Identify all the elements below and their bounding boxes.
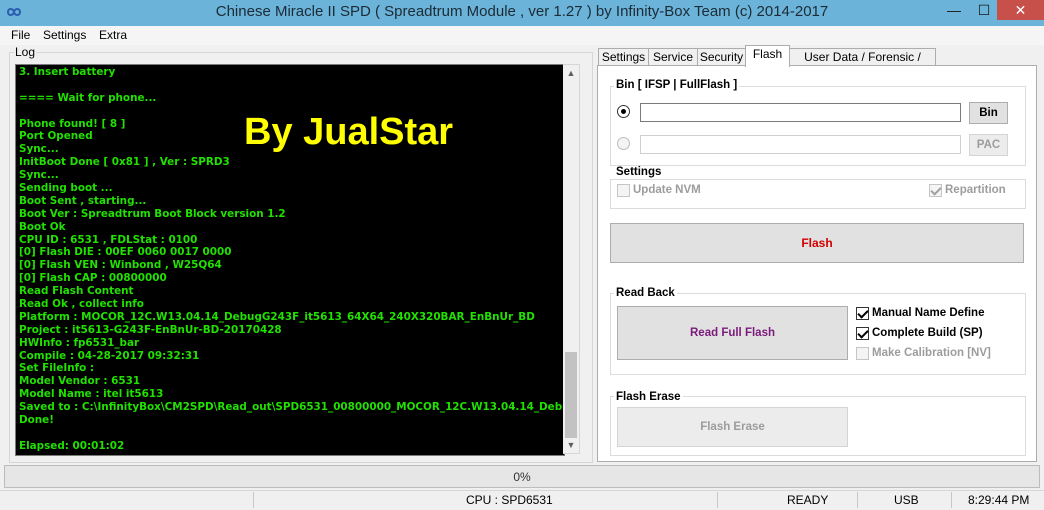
- tab-service[interactable]: Service: [648, 48, 698, 66]
- update-nvm-label: Update NVM: [633, 184, 701, 196]
- make-calibration-checkbox[interactable]: [856, 347, 869, 360]
- scroll-down-icon[interactable]: ▼: [563, 437, 579, 453]
- bin-button[interactable]: Bin: [969, 102, 1008, 124]
- flash-button[interactable]: Flash: [610, 223, 1024, 263]
- complete-build-checkbox[interactable]: [856, 327, 869, 340]
- log-line: Model Vendor : 6531: [19, 375, 141, 388]
- log-line: [0] Flash DIE : 00EF 0060 0017 0000: [19, 246, 232, 259]
- log-line: Sync...: [19, 169, 59, 182]
- status-separator: [857, 492, 858, 508]
- log-line: Set FileInfo :: [19, 362, 95, 375]
- status-port: USB: [894, 493, 919, 507]
- log-line: CPU ID : 6531 , FDLStat : 0100: [19, 233, 198, 246]
- menu-bar: File Settings Extra: [0, 26, 1044, 45]
- log-line: Read Ok , collect info: [19, 298, 144, 311]
- status-state: READY: [787, 493, 829, 507]
- minimize-button[interactable]: —: [939, 0, 969, 20]
- status-cpu: CPU : SPD6531: [466, 493, 553, 507]
- read-back-group-title: Read Back: [614, 287, 677, 299]
- close-button[interactable]: ✕: [997, 0, 1044, 20]
- progress-bar: 0%: [4, 465, 1040, 488]
- flash-erase-group-title: Flash Erase: [614, 391, 683, 403]
- log-line: [0] Flash CAP : 00800000: [19, 272, 167, 285]
- complete-build-label: Complete Build (SP): [872, 327, 983, 339]
- log-label: Log: [14, 45, 37, 59]
- scroll-thumb[interactable]: [565, 352, 577, 438]
- settings-group-title: Settings: [614, 166, 664, 178]
- flash-erase-button[interactable]: Flash Erase: [617, 407, 848, 447]
- log-console[interactable]: 3. Insert battery ==== Wait for phone...…: [15, 64, 565, 456]
- maximize-button[interactable]: ☐: [970, 0, 998, 20]
- make-calibration-label: Make Calibration [NV]: [872, 347, 991, 359]
- status-separator: [951, 492, 952, 508]
- repartition-checkbox[interactable]: [929, 184, 942, 197]
- bin-radio[interactable]: [617, 105, 630, 118]
- log-line: Read Flash Content: [19, 285, 134, 298]
- update-nvm-checkbox[interactable]: [617, 184, 630, 197]
- window-title: Chinese Miracle II SPD ( Spreadtrum Modu…: [215, 3, 829, 20]
- scroll-up-icon[interactable]: ▲: [563, 65, 579, 81]
- log-line: Boot Sent , starting...: [19, 194, 147, 207]
- read-full-flash-button[interactable]: Read Full Flash: [617, 306, 848, 360]
- status-time: 8:29:44 PM: [968, 493, 1030, 507]
- watermark-text: By JualStar: [244, 111, 454, 153]
- log-line: Sending boot ...: [19, 182, 113, 195]
- status-bar: CPU : SPD6531 READY USB 8:29:44 PM: [0, 490, 1044, 510]
- menu-settings[interactable]: Settings: [43, 28, 86, 42]
- log-line: 3. Insert battery: [19, 66, 116, 78]
- progress-text: 0%: [513, 470, 531, 484]
- menu-extra[interactable]: Extra: [99, 28, 127, 42]
- log-line: Boot Ver : Spreadtrum Boot Block version…: [19, 207, 286, 220]
- pac-button[interactable]: PAC: [969, 134, 1008, 156]
- manual-name-define-checkbox[interactable]: [856, 307, 869, 320]
- log-line: Model Name : itel it5613: [19, 388, 164, 401]
- log-line: [0] Flash VEN : Winbond , W25Q64: [19, 259, 222, 272]
- log-line: InitBoot Done [ 0x81 ] , Ver : SPRD3: [19, 156, 230, 169]
- tab-flash[interactable]: Flash: [745, 45, 790, 67]
- tab-user-data[interactable]: User Data / Forensic / Other: [789, 48, 936, 81]
- log-line: Saved to : C:\InfinityBox\CM2SPD\Read_ou…: [19, 401, 564, 414]
- log-line: Project : it5613-G243F-EnBnUr-BD-2017042…: [19, 323, 282, 336]
- bin-groupbox: [610, 86, 1026, 166]
- bin-group-title: Bin [ IFSP | FullFlash ]: [614, 79, 740, 91]
- log-line: Elapsed: 00:01:02: [19, 439, 125, 452]
- pac-path-input[interactable]: [640, 135, 961, 154]
- log-line: HWInfo : fp6531_bar: [19, 336, 140, 349]
- log-line: Platform : MOCOR_12C.W13.04.14_DebugG243…: [19, 310, 535, 323]
- status-separator: [717, 492, 718, 508]
- flash-tab-panel: Bin [ IFSP | FullFlash ] Bin PAC Setting…: [597, 65, 1037, 462]
- log-line: Compile : 04-28-2017 09:32:31: [19, 349, 200, 362]
- log-line: Done!: [19, 414, 54, 427]
- pac-radio[interactable]: [617, 137, 630, 150]
- tab-security[interactable]: Security: [697, 48, 746, 66]
- manual-name-define-label: Manual Name Define: [872, 307, 985, 319]
- title-bar: Chinese Miracle II SPD ( Spreadtrum Modu…: [0, 0, 1044, 26]
- log-scrollbar[interactable]: ▲ ▼: [563, 64, 580, 454]
- log-line: ==== Wait for phone...: [19, 91, 157, 104]
- tab-settings[interactable]: Settings: [598, 48, 649, 66]
- log-line: Boot Ok: [19, 220, 66, 233]
- repartition-label: Repartition: [945, 184, 1006, 196]
- status-separator: [253, 492, 254, 508]
- bin-path-input[interactable]: [640, 103, 961, 122]
- menu-file[interactable]: File: [11, 28, 30, 42]
